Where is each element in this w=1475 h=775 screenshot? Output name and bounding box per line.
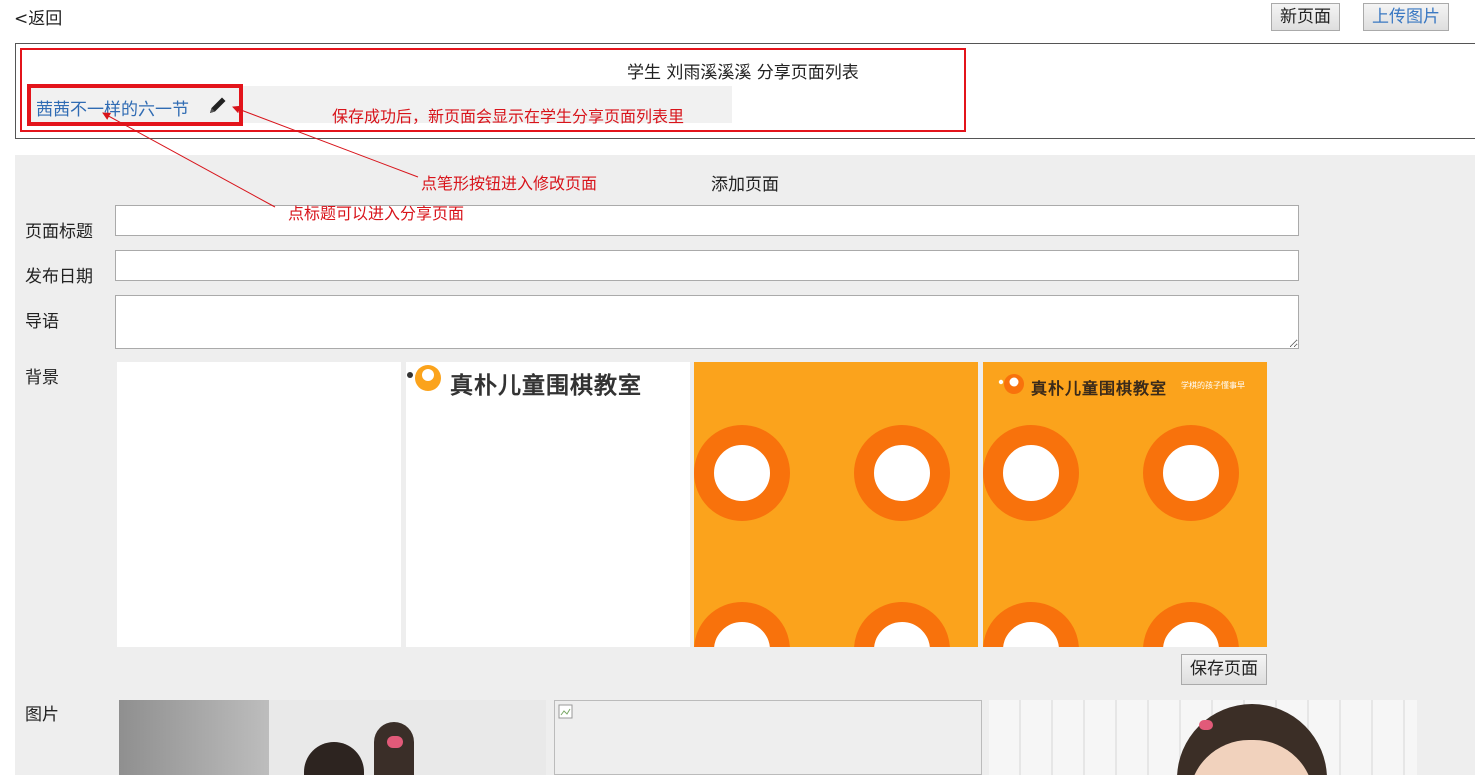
save-page-button[interactable]: 保存页面 [1181,654,1267,685]
new-page-button[interactable]: 新页面 [1271,3,1340,31]
intro-field-label: 导语 [25,312,59,332]
logo-text: 真朴儿童围棋教室 [450,373,642,399]
intro-textarea[interactable] [115,295,1299,349]
circle-pattern [694,425,950,647]
photo-thumbnail[interactable] [119,700,546,775]
upload-image-button[interactable]: 上传图片 [1363,3,1449,31]
photo-thumbnail[interactable] [989,700,1417,775]
background-option-logo-white[interactable]: 真朴儿童围棋教室 [406,362,690,647]
pencil-annotation-note: 点笔形按钮进入修改页面 [421,174,598,193]
title-field-label: 页面标题 [25,222,93,242]
pencil-icon[interactable] [207,94,229,116]
background-option-blank[interactable] [117,362,401,647]
publish-date-input[interactable] [115,250,1299,281]
logo-slogan: 学棋的孩子懂事早 [1181,381,1245,390]
images-label: 图片 [25,705,59,725]
background-option-orange-circles[interactable] [694,362,978,647]
form-heading: 添加页面 [711,175,779,195]
broken-image-placeholder[interactable] [554,700,982,775]
back-link[interactable]: <返回 [14,4,62,29]
logo-icon [407,365,441,391]
share-list-title: 学生 刘雨溪溪溪 分享页面列表 [627,63,859,83]
background-label: 背景 [25,368,59,388]
share-page-title-link[interactable]: 茜茜不一样的六一节 [36,95,189,120]
circle-pattern [983,374,1239,647]
background-option-orange-logo[interactable]: 真朴儿童围棋教室 学棋的孩子懂事早 [983,362,1267,647]
logo-text: 真朴儿童围棋教室 [1031,379,1168,398]
title-annotation-note: 点标题可以进入分享页面 [288,204,465,223]
date-field-label: 发布日期 [25,267,93,287]
broken-image-icon [558,704,573,719]
save-annotation-note: 保存成功后，新页面会显示在学生分享页面列表里 [332,107,685,126]
